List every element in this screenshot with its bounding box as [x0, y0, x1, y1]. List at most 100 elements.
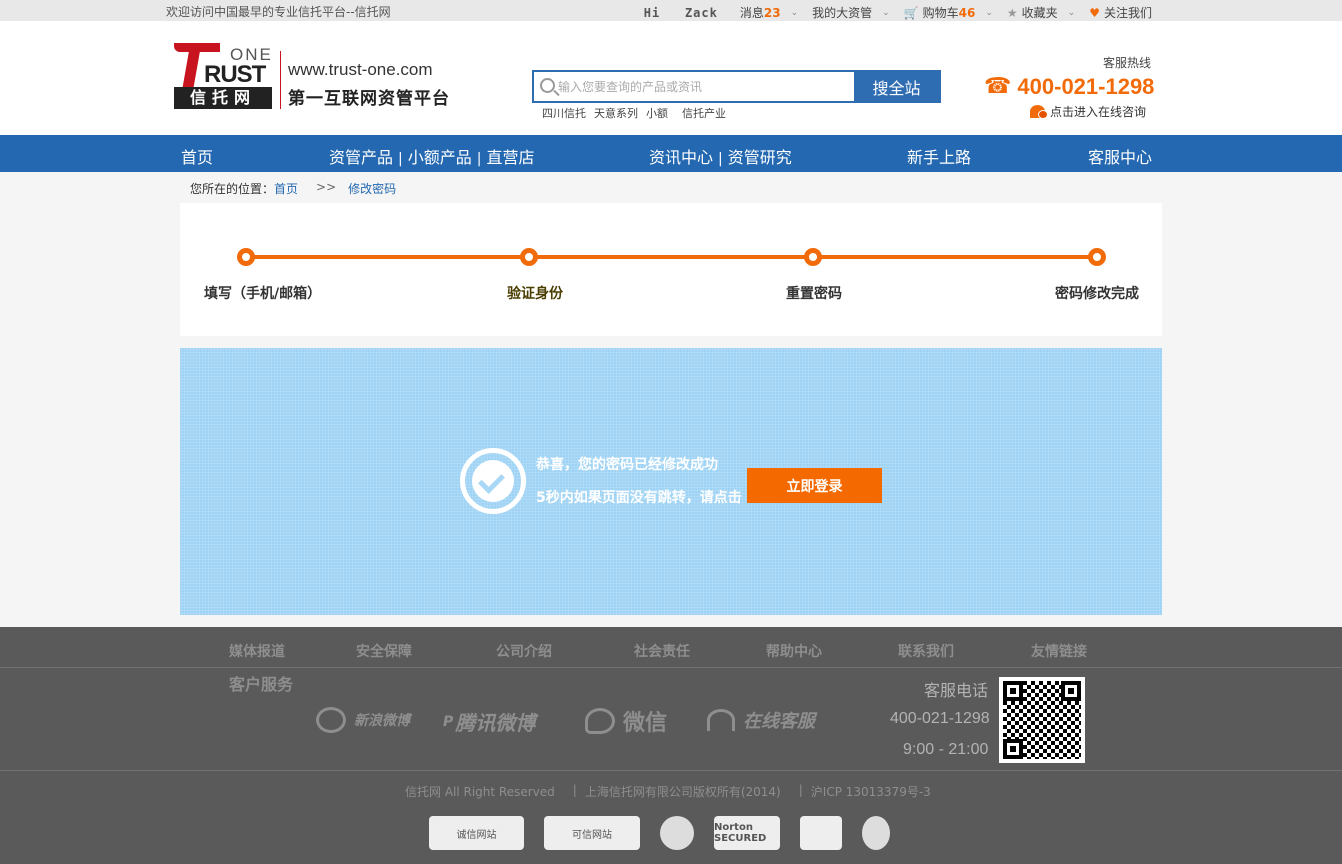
favorites-link[interactable]: ★ 收藏夹 ⌄: [1007, 4, 1075, 21]
step-label: 填写（手机/邮箱）: [204, 286, 322, 302]
step-label: 验证身份: [507, 286, 563, 302]
contact-label: 客服电话: [924, 681, 989, 700]
nav-direct-store[interactable]: 直营店: [486, 148, 534, 167]
search-all-button[interactable]: 搜全站: [854, 72, 939, 101]
progress-steps: 填写（手机/邮箱） 验证身份 重置密码 密码修改完成: [180, 203, 1162, 336]
chat-bubble-icon: [1030, 105, 1048, 119]
site-logo[interactable]: ONE RUST 信托网: [174, 43, 274, 109]
trust-badges: 诚信网站 可信网站 Norton SECURED: [429, 816, 910, 850]
online-consult-link[interactable]: 点击进入在线咨询: [1030, 103, 1146, 120]
search-input[interactable]: [558, 77, 848, 97]
breadcrumb-current: 修改密码: [348, 182, 397, 196]
top-links: Hi Zack 消息 23 ⌄ 我的大资管 ⌄ 🛒 购物车 46 ⌄ ★ 收藏夹 ⌄…: [644, 4, 1152, 21]
footer-link[interactable]: 联系我们: [898, 641, 954, 661]
username[interactable]: Zack: [685, 6, 718, 20]
breadcrumb-home[interactable]: 首页: [274, 180, 298, 197]
footer-service-row: [0, 669, 1342, 771]
chevron-down-icon: ⌄: [1067, 7, 1076, 18]
hot-word[interactable]: 信托产业: [682, 105, 726, 121]
chevron-down-icon: ⌄: [985, 7, 993, 18]
online-service-link[interactable]: 在线客服: [707, 707, 815, 733]
online-consult-label: 点击进入在线咨询: [1050, 105, 1147, 119]
nav-separator: |: [476, 151, 482, 167]
tencent-weibo-icon: P: [443, 713, 454, 730]
weibo-sina-link[interactable]: 新浪微博: [316, 707, 410, 733]
hotline: ☎ 400-021-1298: [984, 74, 1154, 100]
company-copyright: 上海信托网有限公司版权所有(2014): [584, 785, 781, 799]
nav-newbie[interactable]: 新手上路: [907, 144, 971, 168]
nav-news[interactable]: 资讯中心: [649, 148, 713, 167]
nav-products[interactable]: 资管产品: [329, 148, 393, 167]
logo-divider: [280, 51, 281, 109]
wechat-label: 微信: [623, 711, 668, 736]
weibo-tencent-label: 腾讯微博: [455, 711, 536, 735]
follow-label: 关注我们: [1103, 6, 1152, 20]
hotline-label: 客服热线: [1103, 56, 1152, 70]
customer-service-title: 客户服务: [229, 675, 294, 694]
contact-phone: 400-021-1298: [890, 710, 990, 727]
site-slogan: 第一互联网资管平台: [288, 89, 450, 109]
weibo-sina-label: 新浪微博: [354, 713, 410, 729]
hot-word[interactable]: 小额: [646, 105, 668, 121]
weibo-icon: [316, 707, 346, 733]
nav-research[interactable]: 资管研究: [728, 148, 792, 167]
footer: 媒体报道 安全保障 公司介绍 社会责任 帮助中心 联系我们 友情链接 客户服务 …: [0, 627, 1342, 864]
hot-words: 四川信托 天意系列 小额 信托产业: [542, 105, 726, 121]
messages-link[interactable]: 消息 23 ⌄: [740, 4, 798, 21]
headset-icon: [707, 709, 735, 731]
wechat-link[interactable]: 微信: [585, 705, 667, 737]
greeting: Hi Zack: [644, 6, 718, 20]
weibo-tencent-link[interactable]: P 腾讯微博: [443, 707, 535, 736]
breadcrumb: 您所在的位置： 首页 >> 修改密码: [190, 180, 396, 197]
copyright: 信托网 All Right Reserved | 上海信托网有限公司版权所有(2…: [405, 783, 931, 800]
qr-code: [999, 677, 1085, 763]
footer-link[interactable]: 友情链接: [1031, 641, 1087, 661]
welcome-text: 欢迎访问中国最早的专业信托平台--信托网: [166, 5, 391, 19]
step-dot: [237, 248, 255, 266]
online-service-label: 在线客服: [743, 711, 815, 732]
favorites-label: 收藏夹: [1021, 6, 1058, 20]
shield-badge-icon[interactable]: [862, 816, 890, 850]
cart-count: 46: [958, 5, 976, 20]
messages-label: 消息: [739, 6, 764, 20]
nav-home[interactable]: 首页: [181, 144, 213, 168]
chevron-down-icon: ⌄: [790, 7, 799, 18]
top-bar: 欢迎访问中国最早的专业信托平台--信托网 Hi Zack 消息 23 ⌄ 我的大资…: [0, 0, 1342, 21]
nav-news-group: 资讯中心 | 资管研究: [649, 144, 792, 168]
footer-link[interactable]: 安全保障: [356, 641, 412, 661]
login-now-button[interactable]: 立即登录: [747, 468, 882, 503]
success-panel: 恭喜，您的密码已经修改成功 5秒内如果页面没有跳转，请点击 立即登录: [180, 348, 1162, 615]
copyright-separator: |: [572, 783, 577, 797]
cart-link[interactable]: 🛒 购物车 46 ⌄: [904, 4, 993, 21]
logo-rust: RUST: [204, 61, 266, 88]
footer-link[interactable]: 媒体报道: [229, 641, 285, 661]
my-assets-label: 我的大资管: [812, 6, 873, 20]
chevron-down-icon: ⌄: [882, 7, 890, 18]
follow-link[interactable]: ♥ 关注我们: [1089, 4, 1152, 21]
norton-secured-badge[interactable]: Norton SECURED: [714, 816, 780, 850]
search-icon: [540, 78, 555, 93]
hot-word[interactable]: 四川信托: [542, 105, 586, 121]
nav-small-products[interactable]: 小额产品: [408, 148, 472, 167]
step-dot: [1088, 248, 1106, 266]
nav-products-group: 资管产品 | 小额产品 | 直营店: [329, 144, 534, 168]
credible-site-badge[interactable]: 诚信网站: [429, 816, 524, 850]
hot-word[interactable]: 天意系列: [594, 105, 638, 121]
footer-link[interactable]: 帮助中心: [766, 641, 822, 661]
nav-service[interactable]: 客服中心: [1088, 144, 1152, 168]
logo-cn: 信托网: [174, 87, 272, 109]
redirect-message: 5秒内如果页面没有跳转，请点击: [536, 490, 742, 506]
trusted-site-badge[interactable]: 可信网站: [544, 816, 640, 850]
footer-link[interactable]: 社会责任: [634, 641, 690, 661]
cart-icon: 🛒: [903, 5, 919, 20]
checkmark-circle-icon: [460, 448, 526, 514]
messages-count: 23: [763, 5, 781, 20]
police-badge-icon[interactable]: [800, 816, 842, 850]
breadcrumb-separator: >>: [316, 180, 337, 194]
trust-one-seal-icon[interactable]: [660, 816, 694, 850]
footer-link[interactable]: 公司介绍: [496, 641, 552, 661]
copyright-text: 信托网 All Right Reserved: [405, 785, 555, 799]
my-assets-link[interactable]: 我的大资管 ⌄: [812, 4, 890, 21]
hotline-number: 400-021-1298: [1017, 74, 1155, 99]
star-icon: ★: [1006, 5, 1018, 20]
